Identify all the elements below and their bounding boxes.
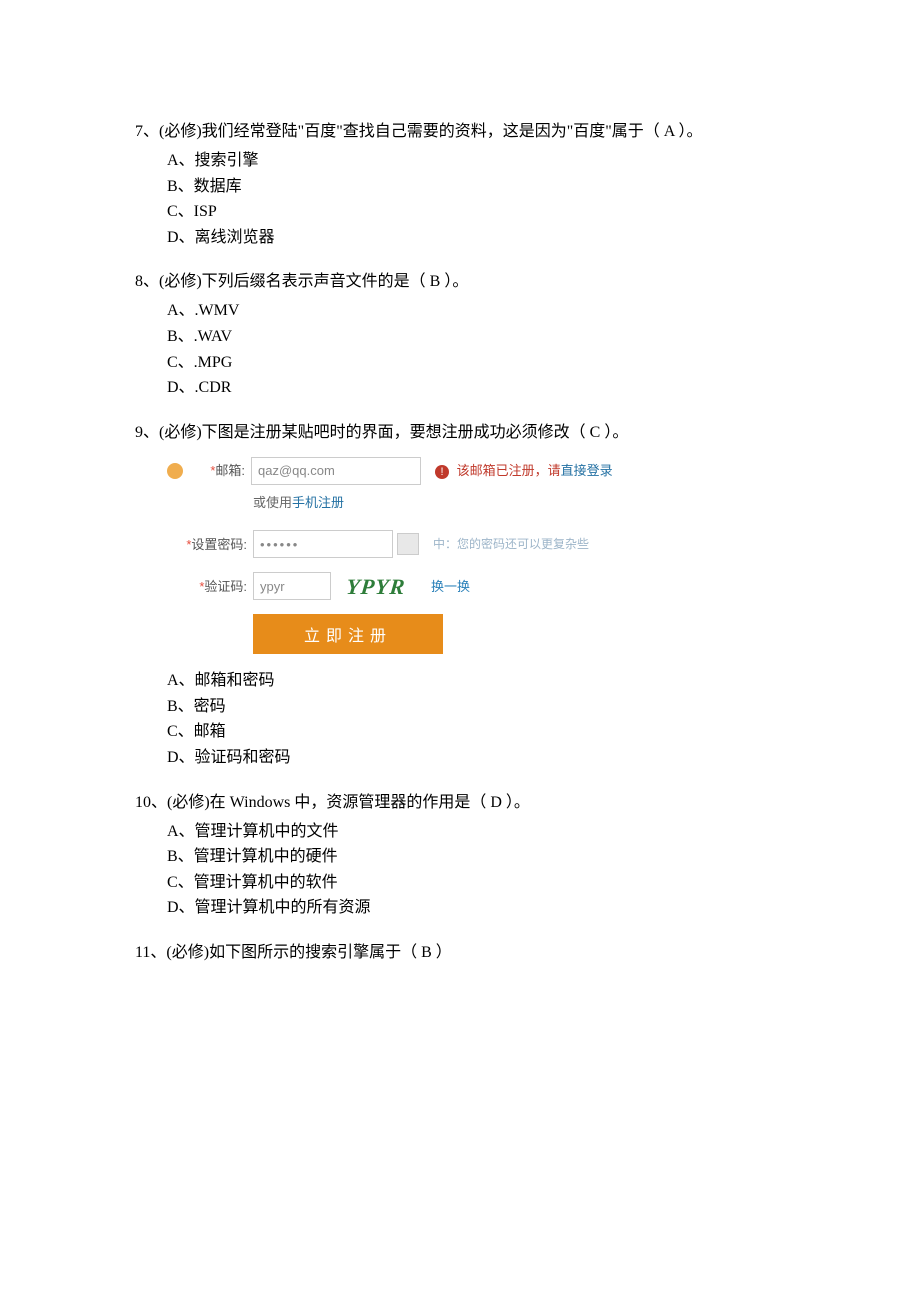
option-7c: C、ISP <box>167 199 785 225</box>
question-8-options: A、.WMV B、.WAV C、.MPG D、.CDR <box>135 298 785 400</box>
change-captcha-link[interactable]: 换一换 <box>431 577 470 597</box>
warning-icon: ! <box>435 465 449 479</box>
question-10-text: 10、(必修)在 Windows 中，资源管理器的作用是（ D ）。 <box>135 791 785 815</box>
option-8d: D、.CDR <box>167 375 785 401</box>
option-7a: A、搜索引擎 <box>167 148 785 174</box>
password-row: *设置密码: 中：您的密码还可以更复杂些 <box>167 530 667 558</box>
question-9: 9、(必修)下图是注册某贴吧时的界面，要想注册成功必须修改（ C ）。 *邮箱:… <box>135 421 785 771</box>
email-error-msg: ! 该邮箱已注册，请直接登录 <box>435 461 613 481</box>
email-input[interactable] <box>251 457 421 485</box>
email-row: *邮箱: ! 该邮箱已注册，请直接登录 <box>167 457 667 485</box>
email-label: *邮箱: <box>187 461 245 481</box>
option-8b: B、.WAV <box>167 324 785 350</box>
captcha-row: *验证码: YPYR 换一换 <box>167 572 667 600</box>
password-label: *设置密码: <box>167 535 247 555</box>
password-visibility-toggle[interactable] <box>397 533 419 555</box>
password-input[interactable] <box>253 530 393 558</box>
option-9a: A、邮箱和密码 <box>167 668 785 694</box>
option-8a: A、.WMV <box>167 298 785 324</box>
question-11-text: 11、(必修)如下图所示的搜索引擎属于（ B ） <box>135 941 785 965</box>
question-10: 10、(必修)在 Windows 中，资源管理器的作用是（ D ）。 A、管理计… <box>135 791 785 921</box>
question-11: 11、(必修)如下图所示的搜索引擎属于（ B ） <box>135 941 785 965</box>
option-9d: D、验证码和密码 <box>167 745 785 771</box>
question-9-text: 9、(必修)下图是注册某贴吧时的界面，要想注册成功必须修改（ C ）。 <box>135 421 785 445</box>
question-7-options: A、搜索引擎 B、数据库 C、ISP D、离线浏览器 <box>135 148 785 250</box>
question-9-options: A、邮箱和密码 B、密码 C、邮箱 D、验证码和密码 <box>135 668 785 770</box>
alt-prefix: 或使用 <box>253 495 292 510</box>
captcha-label: *验证码: <box>167 577 247 597</box>
login-link[interactable]: 直接登录 <box>561 463 613 478</box>
question-10-options: A、管理计算机中的文件 B、管理计算机中的硬件 C、管理计算机中的软件 D、管理… <box>135 819 785 921</box>
captcha-input[interactable] <box>253 572 331 600</box>
option-9b: B、密码 <box>167 694 785 720</box>
password-strength-msg: 中：您的密码还可以更复杂些 <box>433 535 589 553</box>
alt-register-row: 或使用手机注册 <box>253 493 667 513</box>
email-error-text: 该邮箱已注册，请 <box>457 463 561 478</box>
question-8: 8、(必修)下列后缀名表示声音文件的是（ B ）。 A、.WMV B、.WAV … <box>135 270 785 400</box>
question-8-text: 8、(必修)下列后缀名表示声音文件的是（ B ）。 <box>135 270 785 294</box>
option-8c: C、.MPG <box>167 350 785 376</box>
question-7: 7、(必修)我们经常登陆"百度"查找自己需要的资料，这是因为"百度"属于（ A … <box>135 120 785 250</box>
option-7d: D、离线浏览器 <box>167 225 785 251</box>
option-10c: C、管理计算机中的软件 <box>167 870 785 896</box>
option-9c: C、邮箱 <box>167 719 785 745</box>
captcha-image: YPYR <box>338 572 415 600</box>
form-logo-icon <box>167 463 183 479</box>
register-button[interactable]: 立即注册 <box>253 614 443 654</box>
option-10d: D、管理计算机中的所有资源 <box>167 895 785 921</box>
question-7-text: 7、(必修)我们经常登陆"百度"查找自己需要的资料，这是因为"百度"属于（ A … <box>135 120 785 144</box>
phone-register-link[interactable]: 手机注册 <box>292 495 344 510</box>
option-10a: A、管理计算机中的文件 <box>167 819 785 845</box>
registration-form: *邮箱: ! 该邮箱已注册，请直接登录 或使用手机注册 *设置密码: 中：您的密… <box>167 457 667 655</box>
option-7b: B、数据库 <box>167 174 785 200</box>
option-10b: B、管理计算机中的硬件 <box>167 844 785 870</box>
